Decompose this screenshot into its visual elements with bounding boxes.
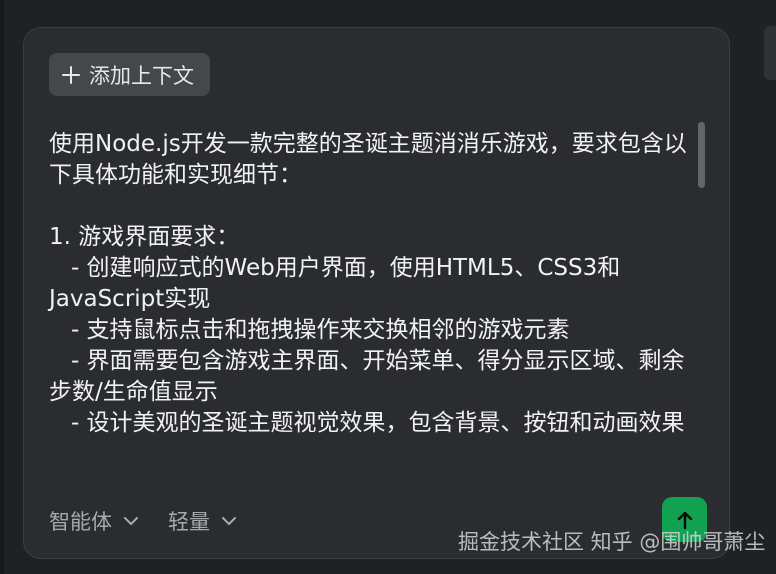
prompt-textarea[interactable]: 使用Node.js开发一款完整的圣诞主题消消乐游戏，要求包含以下具体功能和实现细… [49,129,694,439]
chevron-down-icon [220,512,238,530]
chevron-down-icon [122,512,140,530]
left-edge [0,0,4,574]
watermark-text: 掘金技术社区 知乎 @围帅哥萧尘 [458,530,766,554]
side-handle[interactable] [764,26,776,80]
plus-icon [61,65,81,85]
input-toolbar: 智能体 轻量 [49,506,238,536]
add-context-button[interactable]: 添加上下文 [49,53,210,96]
agent-dropdown[interactable]: 智能体 [49,506,140,536]
mode-dropdown[interactable]: 轻量 [168,506,238,536]
scrollbar-thumb[interactable] [698,122,705,188]
add-context-label: 添加上下文 [89,63,194,88]
mode-dropdown-label: 轻量 [168,510,210,534]
chat-input-panel: 添加上下文 使用Node.js开发一款完整的圣诞主题消消乐游戏，要求包含以下具体… [23,27,730,559]
agent-dropdown-label: 智能体 [49,510,112,534]
